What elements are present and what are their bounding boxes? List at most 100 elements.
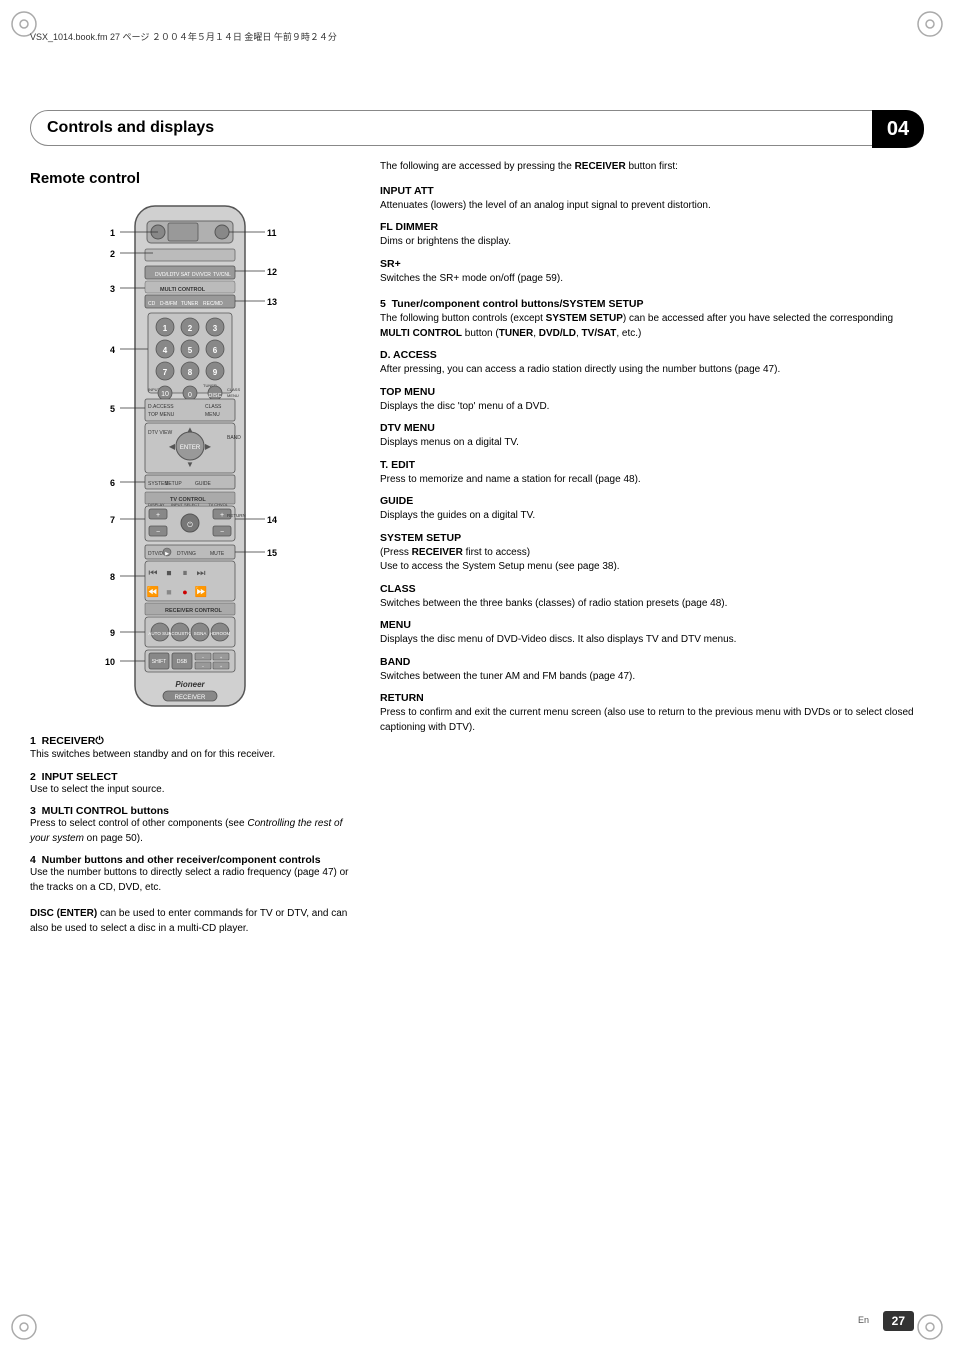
corner-decoration-bl xyxy=(10,1313,38,1341)
svg-text:⏭: ⏭ xyxy=(197,568,206,579)
svg-text:CLASS: CLASS xyxy=(205,404,222,410)
remote-drawing: DVD/LD TV SAT DV/VCR TV/CNL MULTI CONTRO… xyxy=(65,201,315,721)
svg-text:DVD/LD: DVD/LD xyxy=(155,272,174,278)
item-system-setup-title: SYSTEM SETUP xyxy=(380,532,924,544)
svg-text:+: + xyxy=(156,512,160,519)
svg-text:◀: ◀ xyxy=(169,442,176,451)
item-band-title: BAND xyxy=(380,656,924,668)
item-menu-title: MENU xyxy=(380,619,924,631)
svg-text:6: 6 xyxy=(110,478,115,488)
intro-text: The following are accessed by pressing t… xyxy=(380,160,924,175)
svg-text:8: 8 xyxy=(110,572,115,582)
corner-decoration-tr xyxy=(916,10,944,38)
svg-text:13: 13 xyxy=(267,297,277,307)
svg-text:10: 10 xyxy=(161,391,169,398)
svg-text:INPUT SELECT: INPUT SELECT xyxy=(171,502,200,507)
item-t-edit-title: T. EDIT xyxy=(380,459,924,471)
item-top-menu-title: TOP MENU xyxy=(380,386,924,398)
svg-text:Pioneer: Pioneer xyxy=(175,680,205,689)
svg-text:DV/VCR: DV/VCR xyxy=(192,272,211,278)
svg-text:15: 15 xyxy=(267,548,277,558)
svg-text:MENU: MENU xyxy=(227,393,239,398)
svg-text:GUIDE: GUIDE xyxy=(195,481,212,487)
svg-text:2: 2 xyxy=(110,249,115,259)
svg-text:DTV VIEW: DTV VIEW xyxy=(148,430,172,436)
svg-text:▼: ▼ xyxy=(186,460,194,469)
svg-text:DTVING: DTVING xyxy=(177,551,196,557)
svg-text:ACOUSTIC: ACOUSTIC xyxy=(168,631,192,636)
svg-text:⏮: ⏮ xyxy=(149,568,158,579)
svg-text:RECEIVER: RECEIVER xyxy=(175,695,206,701)
item-tuner-section-title: 5 Tuner/component control buttons/SYSTEM… xyxy=(380,298,924,310)
svg-text:⏩: ⏩ xyxy=(195,585,207,598)
svg-text:9: 9 xyxy=(213,368,218,377)
svg-text:MUTE: MUTE xyxy=(210,551,225,557)
desc-1: 1 RECEIVER⏻ This switches between standb… xyxy=(30,735,350,763)
svg-text:CD: CD xyxy=(148,301,156,307)
svg-text:7: 7 xyxy=(163,368,168,377)
svg-text:HDROOM: HDROOM xyxy=(210,631,231,636)
svg-text:3: 3 xyxy=(110,284,115,294)
svg-text:DISPLAY: DISPLAY xyxy=(148,502,165,507)
svg-text:5: 5 xyxy=(110,404,115,414)
svg-text:MENU: MENU xyxy=(205,412,220,418)
corner-decoration-br xyxy=(916,1313,944,1341)
svg-text:−: − xyxy=(156,529,160,536)
item-top-menu-body: Displays the disc 'top' menu of a DVD. xyxy=(380,400,924,415)
svg-text:TV/CNL: TV/CNL xyxy=(213,272,231,278)
svg-text:+: + xyxy=(220,512,224,519)
item-t-edit-body: Press to memorize and name a station for… xyxy=(380,473,924,488)
item-class-body: Switches between the three banks (classe… xyxy=(380,597,924,612)
svg-text:DSB: DSB xyxy=(177,659,188,665)
svg-text:⏻: ⏻ xyxy=(187,521,193,529)
item-return-body: Press to confirm and exit the current me… xyxy=(380,706,924,735)
svg-text:10: 10 xyxy=(105,657,115,667)
item-dtv-menu-title: DTV MENU xyxy=(380,422,924,434)
svg-text:1: 1 xyxy=(110,228,115,238)
svg-text:BAND: BAND xyxy=(227,435,241,441)
svg-text:14: 14 xyxy=(267,515,277,525)
desc-2: 2 INPUT SELECT Use to select the input s… xyxy=(30,771,350,798)
svg-text:TV CH: TV CH xyxy=(208,502,220,507)
svg-text:■: ■ xyxy=(166,587,171,597)
svg-text:3: 3 xyxy=(213,324,218,333)
svg-text:6: 6 xyxy=(213,346,218,355)
svg-text:REC/MD: REC/MD xyxy=(203,301,223,307)
svg-text:D.ACCESS: D.ACCESS xyxy=(148,404,174,410)
item-system-setup-body: (Press RECEIVER first to access)Use to a… xyxy=(380,546,924,575)
svg-text:11: 11 xyxy=(267,228,277,238)
item-input-att-body: Attenuates (lowers) the level of an anal… xyxy=(380,199,924,214)
svg-text:4: 4 xyxy=(110,345,115,355)
svg-text:7: 7 xyxy=(110,515,115,525)
svg-text:CLASS: CLASS xyxy=(227,387,240,392)
jp-header-text: VSX_1014.book.fm 27 ページ ２００４年５月１４日 金曜日 午… xyxy=(30,30,337,43)
page-number: 27 xyxy=(883,1311,914,1331)
svg-text:RECEIVER CONTROL: RECEIVER CONTROL xyxy=(165,608,222,614)
svg-text:TOP MENU: TOP MENU xyxy=(148,412,175,418)
header-bar: Controls and displays 04 xyxy=(30,110,924,146)
left-column: Remote control DVD/LD TV SAT DV/ xyxy=(30,160,360,1291)
svg-text:TV SAT: TV SAT xyxy=(173,272,190,278)
item-menu-body: Displays the disc menu of DVD-Video disc… xyxy=(380,633,924,648)
item-class-title: CLASS xyxy=(380,583,924,595)
svg-text:TUNER: TUNER xyxy=(181,301,199,307)
svg-text:⏪: ⏪ xyxy=(147,585,159,598)
item-guide-body: Displays the guides on a digital TV. xyxy=(380,509,924,524)
desc-4: 4 Number buttons and other receiver/comp… xyxy=(30,854,350,936)
item-fl-dimmer-title: FL DIMMER xyxy=(380,221,924,233)
item-sr-plus-title: SR+ xyxy=(380,258,924,270)
svg-text:9: 9 xyxy=(110,628,115,638)
svg-text:D-B/FM: D-B/FM xyxy=(160,301,177,307)
svg-text:4: 4 xyxy=(163,346,168,355)
svg-text:ENTER: ENTER xyxy=(180,445,201,451)
svg-text:8: 8 xyxy=(188,368,193,377)
svg-text:2: 2 xyxy=(188,324,193,333)
svg-text:12: 12 xyxy=(267,267,277,277)
section-title: Remote control xyxy=(30,170,350,187)
item-d-access-body: After pressing, you can access a radio s… xyxy=(380,363,924,378)
right-column: The following are accessed by pressing t… xyxy=(360,160,924,1291)
svg-text:1: 1 xyxy=(163,324,168,333)
svg-text:⏸: ⏸ xyxy=(183,568,188,579)
svg-text:SETUP: SETUP xyxy=(165,481,182,487)
page-lang: En xyxy=(858,1315,869,1325)
